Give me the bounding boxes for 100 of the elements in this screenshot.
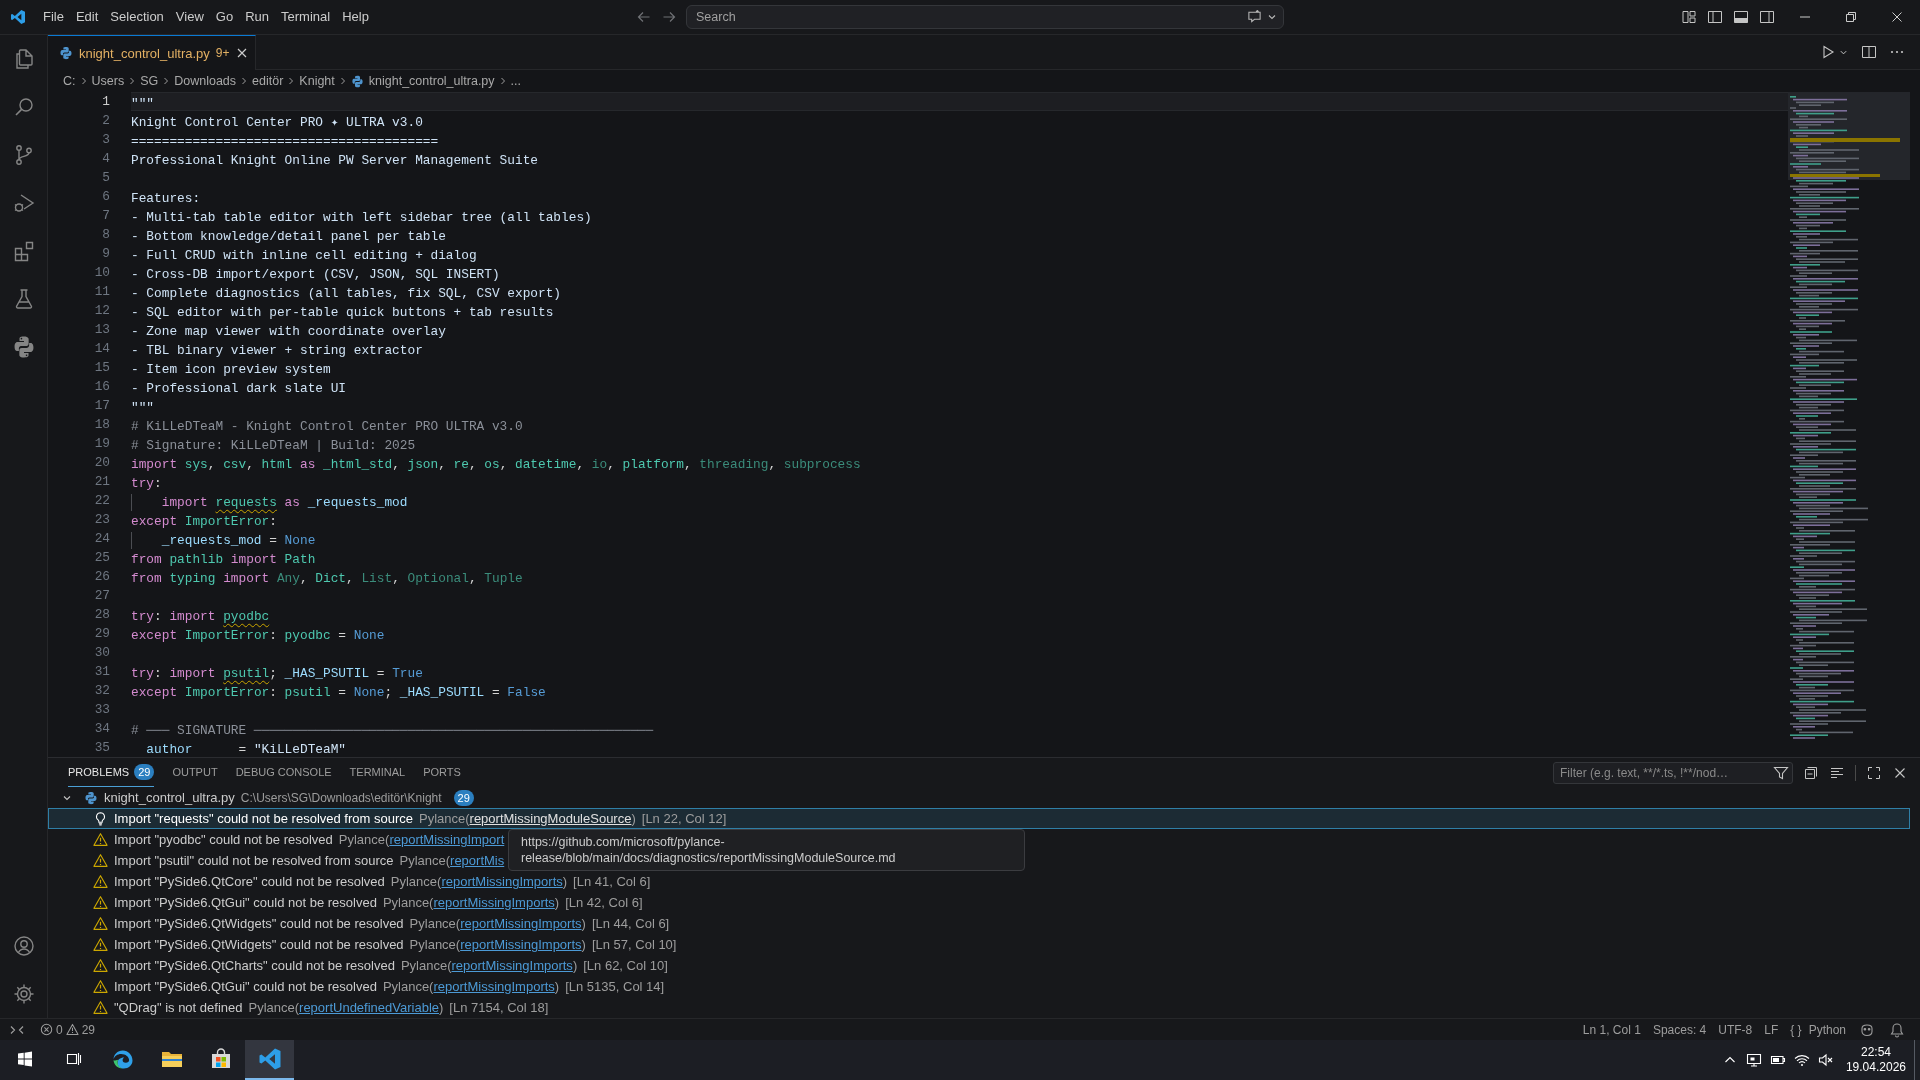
panel-tab[interactable]: OUTPUT <box>172 758 218 787</box>
rule-link[interactable]: reportMissingImports <box>433 895 555 910</box>
menu-item[interactable]: Selection <box>104 6 170 28</box>
line-number: 6 <box>101 188 110 206</box>
line-number: 5 <box>101 169 110 187</box>
code-line: - Zone map viewer with coordinate overlay <box>131 323 446 340</box>
menu-item[interactable]: File <box>37 6 70 28</box>
problems-status[interactable]: 0 29 <box>34 1022 102 1037</box>
back-arrow-icon[interactable] <box>636 9 652 25</box>
filter-icon[interactable] <box>1773 764 1789 781</box>
line-number: 13 <box>93 321 110 339</box>
menu-item[interactable]: Run <box>239 6 275 28</box>
line-number: 10 <box>93 264 110 282</box>
menu-item[interactable]: Terminal <box>275 6 337 28</box>
editor-tab[interactable]: knight_control_ultra.py 9+ <box>48 35 256 70</box>
problem-item[interactable]: Import "psutil" could not be resolved from source Pylance(reportMis <box>48 850 509 871</box>
panel-tab[interactable]: PROBLEMS 29 <box>68 758 155 787</box>
line-number: 4 <box>101 150 110 168</box>
task-view-icon[interactable] <box>65 1051 82 1067</box>
status-item[interactable]: Spaces: 4 <box>1646 1022 1713 1037</box>
menu-item[interactable]: Help <box>336 6 375 28</box>
rule-link[interactable]: reportMissingImports <box>451 958 573 973</box>
forward-arrow-icon[interactable] <box>661 9 677 25</box>
problem-item[interactable]: Import "PySide6.QtCore" could not be resolved Pylance(reportMissingImports) [Ln 41, Col 6] <box>48 871 655 892</box>
panel-tab[interactable]: TERMINAL <box>349 758 406 787</box>
code-line: - Professional dark slate UI <box>131 380 347 397</box>
breadcrumb-item[interactable]: Knight <box>299 74 335 88</box>
code-line: from typing import Any, Dict, List, Optional, Tuple <box>131 570 523 587</box>
breadcrumb-item[interactable]: SG <box>140 74 159 88</box>
code-editor-icon <box>257 1047 282 1071</box>
python-icon <box>59 46 73 60</box>
close-icon <box>1892 12 1902 22</box>
breadcrumb-item[interactable]: Users <box>91 74 125 88</box>
line-number: 26 <box>93 568 110 586</box>
menu-item[interactable]: View <box>169 6 210 28</box>
code-line: - Multi-tab table editor with left sidebar tree (all tables) <box>131 209 592 226</box>
line-number: 20 <box>93 454 110 472</box>
line-number: 19 <box>93 435 110 453</box>
code-line: # ─── SIGNATURE ──────────────────────────────────────────────────── <box>131 722 654 739</box>
code-line: from pathlib import Path <box>131 551 316 568</box>
warning-icon <box>93 1000 108 1015</box>
close-icon[interactable] <box>237 48 247 58</box>
problem-item[interactable]: Import "PySide6.QtGui" could not be resolved Pylance(reportMissingImports) [Ln 5135, Col 14] <box>48 976 669 997</box>
search-field[interactable]: Search <box>686 5 1284 29</box>
file-name[interactable]: knight_control_ultra.py <box>104 790 235 805</box>
taskbar-button[interactable] <box>245 1040 294 1080</box>
filter-field[interactable]: Filter (e.g. text, **/*.ts, !**/nod… <box>1553 761 1793 784</box>
line-number: 18 <box>93 416 110 434</box>
problem-item[interactable]: Import "PySide6.QtCharts" could not be resolved Pylance(reportMissingImports) [Ln 62, Col 10] <box>48 955 672 976</box>
line-number: 22 <box>93 492 110 510</box>
warning-icon <box>93 874 108 889</box>
code-line: except ImportError: psutil = None; _HAS_PSUTIL = False <box>131 684 546 701</box>
rule-link[interactable]: reportMissingImports <box>441 874 563 889</box>
problem-item[interactable]: Import "PySide6.QtGui" could not be resolved Pylance(reportMissingImports) [Ln 42, Col 6] <box>48 892 647 913</box>
problem-item[interactable]: Import "pyodbc" could not be resolved Pylance(reportMissingImport <box>48 829 509 850</box>
breadcrumb-item[interactable]: knight_control_ultra.py <box>368 74 495 88</box>
rule-link[interactable]: reportMissingImports <box>460 937 582 952</box>
rule-link[interactable]: reportMissingImport <box>389 832 505 847</box>
restore-icon <box>1846 12 1856 22</box>
rule-link[interactable]: reportMis <box>450 853 505 868</box>
panel-tab[interactable]: PORTS <box>423 758 461 787</box>
breadcrumb-item[interactable]: C: <box>63 74 76 88</box>
rule-link[interactable]: reportMissingModuleSource <box>469 811 632 826</box>
line-number: 34 <box>93 720 110 738</box>
rule-link[interactable]: reportMissingImports <box>460 916 582 931</box>
breadcrumb-item[interactable]: ... <box>510 74 521 88</box>
status-item[interactable]: UTF-8 <box>1712 1022 1759 1037</box>
line-number: 7 <box>101 207 110 225</box>
collapse-all-icon[interactable] <box>1803 764 1819 781</box>
start-icon[interactable] <box>16 1051 33 1067</box>
status-item[interactable]: Ln 1, Col 1 <box>1576 1022 1647 1037</box>
status-item[interactable]: LF <box>1758 1022 1785 1037</box>
problem-item[interactable]: Import "PySide6.QtWidgets" could not be resolved Pylance(reportMissingImports) [Ln 44, Col 6] <box>48 913 674 934</box>
line-number: 35 <box>93 739 110 757</box>
line-number: 16 <box>93 378 110 396</box>
breadcrumb-item[interactable]: editör <box>252 74 284 88</box>
problem-item[interactable]: Import "requests" could not be resolved from source Pylance(reportMissingModuleSource) [Ln 22, Col 12] <box>48 808 1910 829</box>
line-number: 3 <box>101 131 110 149</box>
line-number: 1 <box>101 93 110 111</box>
code-line: - Bottom knowledge/detail panel per table <box>131 228 446 245</box>
rule-link[interactable]: reportUndefinedVariable <box>299 1000 439 1015</box>
clock[interactable]: 22:54 19.04.2026 <box>1837 1045 1914 1075</box>
code-line: import sys, csv, html as _html_std, json, re, os, datetime, io, platform, threading, subprocess <box>131 456 861 473</box>
line-number: 32 <box>93 682 110 700</box>
menu-item[interactable]: Go <box>209 6 240 28</box>
panel-tab[interactable]: DEBUG CONSOLE <box>235 758 332 787</box>
rule-link[interactable]: reportMissingImports <box>433 979 555 994</box>
problem-item[interactable]: "QDrag" is not defined Pylance(reportUndefinedVariable) [Ln 7154, Col 18] <box>48 997 553 1018</box>
lightbulb-icon[interactable] <box>93 811 108 826</box>
chat-icon[interactable] <box>1247 9 1262 24</box>
breadcrumb-item[interactable]: Downloads <box>174 74 237 88</box>
app-logo-icon <box>10 9 26 25</box>
menu-item[interactable]: Edit <box>69 6 105 28</box>
line-number: 24 <box>93 530 110 548</box>
problem-item[interactable]: Import "PySide6.QtWidgets" could not be resolved Pylance(reportMissingImports) [Ln 57, Col 10] <box>48 934 681 955</box>
line-number: 12 <box>93 302 110 320</box>
language-mode[interactable]: { } Python <box>1784 1022 1852 1037</box>
line-number: 14 <box>93 340 110 358</box>
maximize-icon[interactable] <box>1866 764 1882 781</box>
code-line: Features: <box>131 190 201 207</box>
